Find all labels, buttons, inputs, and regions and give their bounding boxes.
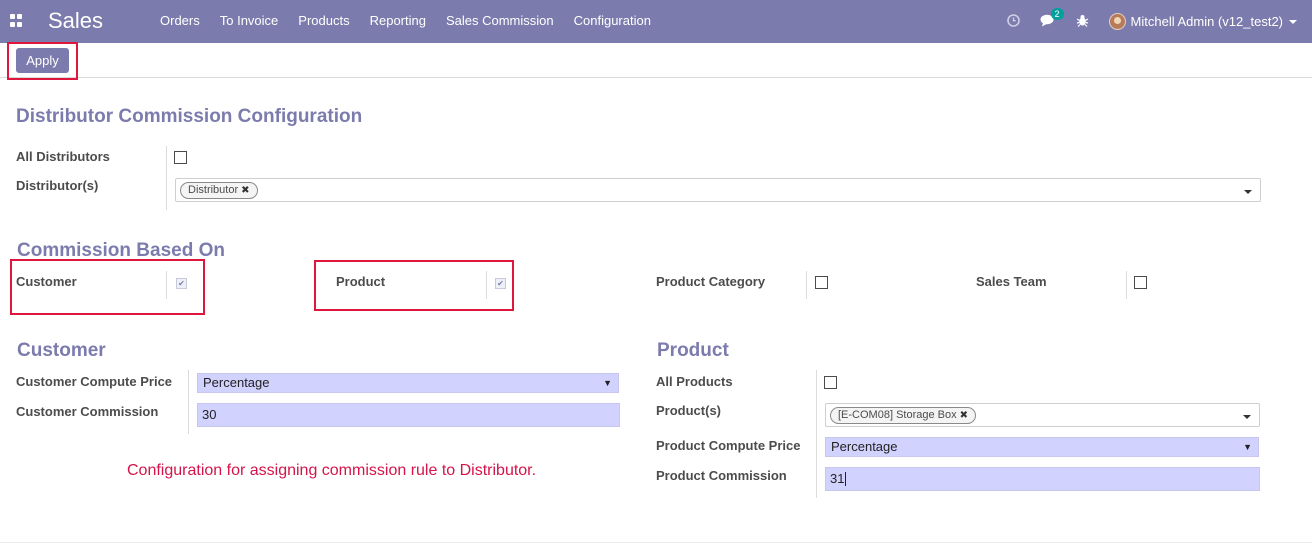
all-products-label: All Products (656, 374, 733, 389)
label-divider (1126, 271, 1127, 299)
app-title[interactable]: Sales (48, 8, 103, 34)
distributor-tag-label: Distributor (188, 184, 239, 196)
distributor-section-title: Distributor Commission Configuration (16, 106, 363, 127)
bottom-divider (0, 542, 1312, 543)
commission-based-on-title: Commission Based On (17, 240, 225, 261)
customer-commission-label: Customer Commission (16, 404, 159, 419)
products-field[interactable]: [E-COM08] Storage Box ✖ (825, 403, 1260, 427)
customer-based-checkbox[interactable]: ✔ (176, 278, 187, 289)
product-compute-price-value: Percentage (831, 439, 898, 454)
customer-compute-price-label: Customer Compute Price (16, 374, 173, 389)
chat-icon[interactable]: 2 (1040, 7, 1064, 30)
customer-compute-price-value: Percentage (203, 375, 270, 390)
customer-commission-input[interactable]: 30 (197, 403, 620, 427)
label-divider (816, 370, 817, 498)
customer-compute-price-select[interactable]: Percentage ▼ (197, 373, 619, 393)
product-section-title: Product (657, 340, 729, 361)
dropdown-caret-icon[interactable] (1243, 415, 1251, 419)
product-commission-input[interactable]: 31 (825, 467, 1260, 491)
product-compute-price-label: Product Compute Price (656, 438, 801, 453)
menu-orders[interactable]: Orders (150, 0, 210, 43)
chat-badge: 2 (1050, 7, 1064, 20)
select-arrow-icon: ▼ (1243, 442, 1252, 452)
product-tag-label: [E-COM08] Storage Box (838, 409, 957, 421)
menu-sales-commission[interactable]: Sales Commission (436, 0, 564, 43)
product-category-label: Product Category (656, 274, 766, 289)
avatar (1108, 13, 1126, 30)
user-name: Mitchell Admin (v12_test2) (1130, 14, 1283, 29)
product-based-checkbox[interactable]: ✔ (495, 278, 506, 289)
apply-button[interactable]: Apply (16, 48, 69, 73)
product-based-label: Product (336, 274, 386, 289)
user-menu[interactable]: Mitchell Admin (v12_test2) (1108, 13, 1297, 30)
text-cursor (845, 472, 847, 486)
top-navbar: Sales Orders To Invoice Products Reporti… (0, 0, 1312, 43)
customer-commission-value: 30 (202, 407, 217, 422)
systray: 2 Mitchell Admin (v12_test2) (997, 0, 1312, 43)
distributors-label: Distributor(s) (16, 178, 99, 193)
product-commission-value: 31 (830, 471, 845, 486)
label-divider (806, 271, 807, 299)
annotation-note: Configuration for assigning commission r… (127, 462, 537, 479)
main-menu: Orders To Invoice Products Reporting Sal… (150, 0, 661, 43)
all-products-checkbox[interactable] (824, 376, 837, 389)
products-label: Product(s) (656, 403, 721, 418)
clock-icon[interactable] (1006, 13, 1020, 30)
sales-team-label: Sales Team (976, 274, 1047, 289)
menu-to-invoice[interactable]: To Invoice (210, 0, 289, 43)
customer-section-title: Customer (17, 340, 106, 361)
remove-tag-icon[interactable]: ✖ (960, 410, 968, 421)
dropdown-caret-icon[interactable] (1244, 190, 1252, 194)
product-category-checkbox[interactable] (815, 276, 828, 289)
product-tag: [E-COM08] Storage Box ✖ (830, 407, 976, 424)
label-divider (188, 370, 189, 434)
chevron-down-icon (1289, 19, 1297, 24)
label-divider (486, 271, 487, 299)
distributor-tag: Distributor ✖ (180, 182, 258, 199)
control-panel: Apply (0, 43, 1312, 78)
sales-team-checkbox[interactable] (1134, 276, 1147, 289)
label-divider (166, 271, 167, 299)
all-distributors-label: All Distributors (16, 149, 110, 164)
menu-configuration[interactable]: Configuration (564, 0, 661, 43)
select-arrow-icon: ▼ (603, 378, 612, 388)
menu-reporting[interactable]: Reporting (360, 0, 436, 43)
remove-tag-icon[interactable]: ✖ (241, 185, 249, 196)
distributors-field[interactable]: Distributor ✖ (175, 178, 1261, 202)
customer-based-label: Customer (16, 274, 77, 289)
product-compute-price-select[interactable]: Percentage ▼ (825, 437, 1259, 457)
all-distributors-checkbox[interactable] (174, 151, 187, 164)
product-commission-label: Product Commission (656, 468, 787, 483)
label-divider (166, 146, 167, 210)
bug-icon[interactable] (1076, 14, 1089, 30)
menu-products[interactable]: Products (288, 0, 359, 43)
apps-grid-icon[interactable] (10, 14, 23, 27)
